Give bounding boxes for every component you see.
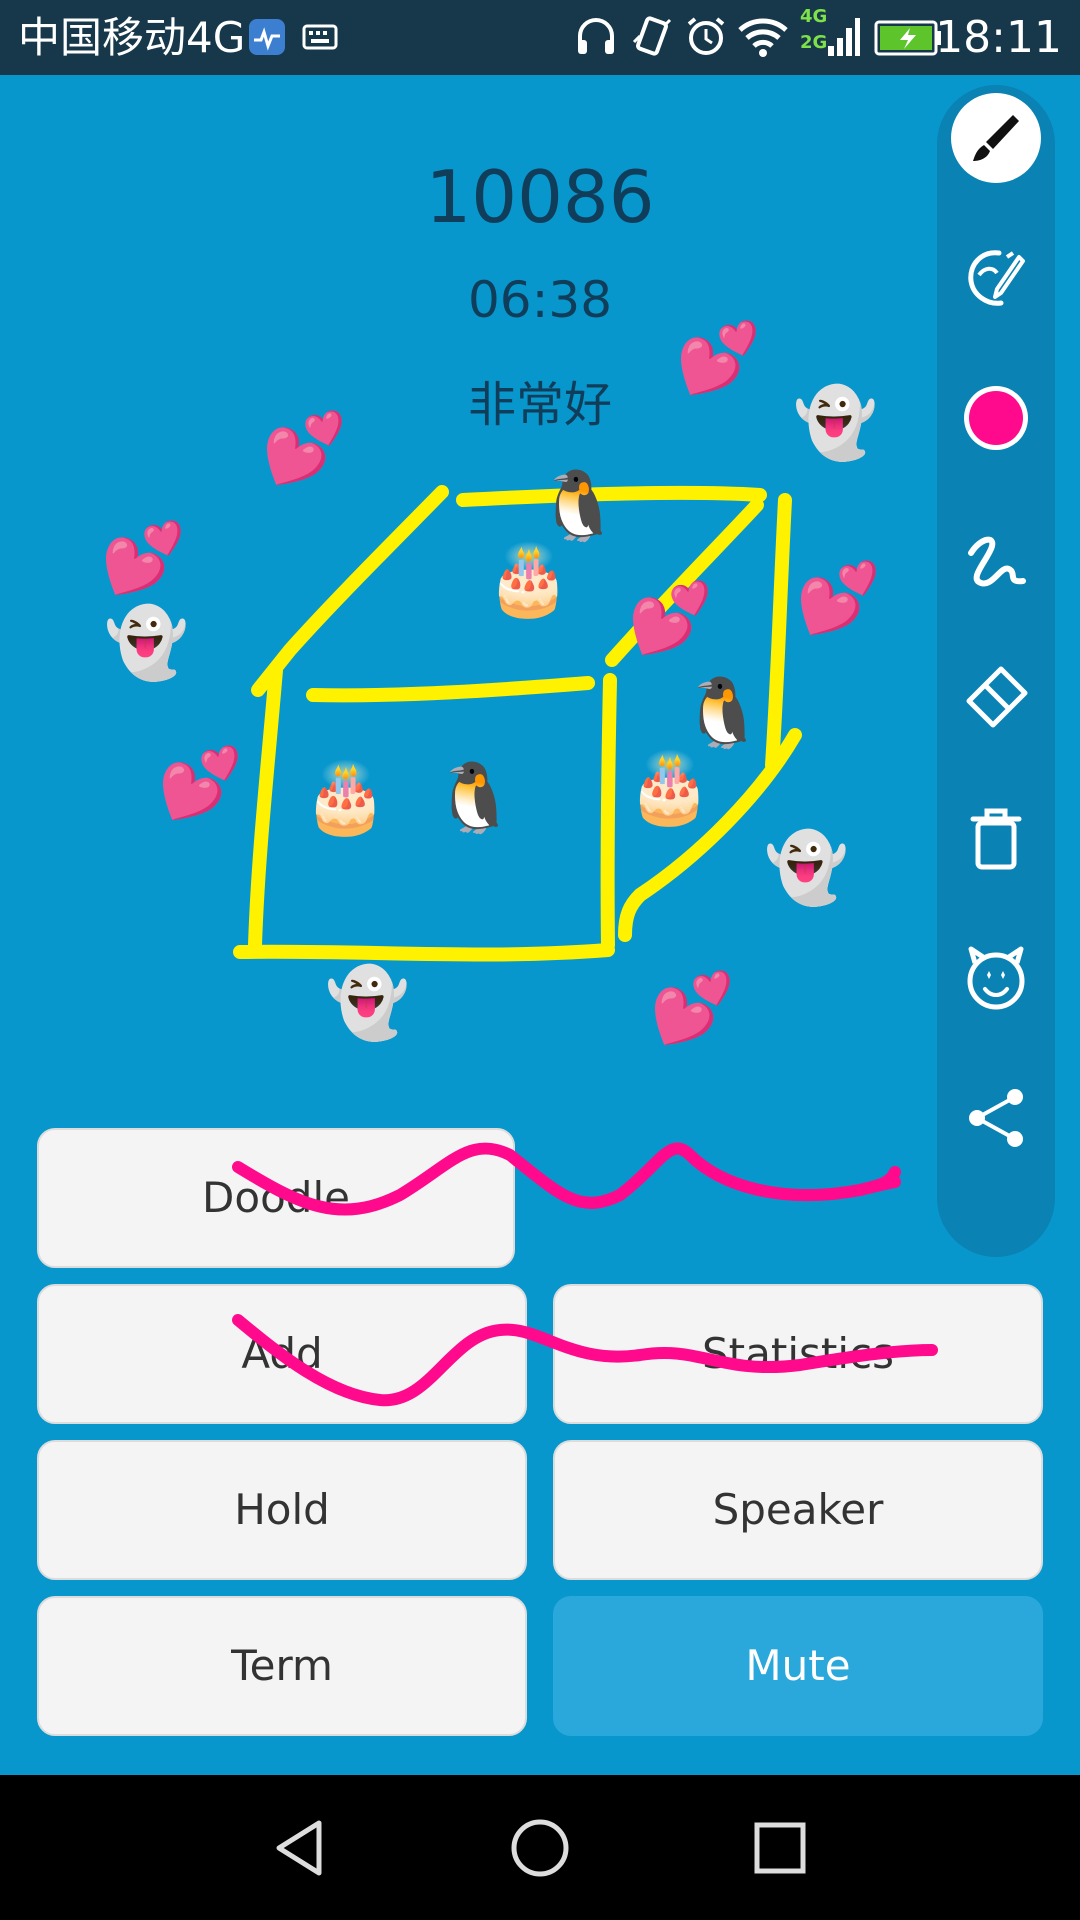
recents-button[interactable] xyxy=(745,1813,815,1883)
headphones-icon xyxy=(574,14,618,62)
back-icon xyxy=(276,1820,322,1876)
carrier-label: 中国移动4G xyxy=(18,13,246,62)
ghost-sticker[interactable]: 👻 xyxy=(764,835,849,903)
share-tool[interactable] xyxy=(951,1073,1041,1163)
cake-sticker[interactable]: 🎂 xyxy=(303,765,388,833)
network-type-4g: 4G xyxy=(800,6,828,27)
sticker-tool[interactable] xyxy=(951,933,1041,1023)
add-call-button[interactable]: Add xyxy=(37,1284,527,1424)
scribble-icon xyxy=(968,536,1026,587)
hearts-sticker[interactable]: 💕 xyxy=(628,585,713,653)
stroke-tool[interactable] xyxy=(951,513,1041,603)
hearts-sticker[interactable]: 💕 xyxy=(262,415,347,483)
hearts-sticker[interactable]: 💕 xyxy=(796,565,881,633)
penguin-sticker[interactable]: 🐧 xyxy=(432,765,517,833)
recents-icon xyxy=(754,1822,806,1874)
network-type-2g: 2G xyxy=(800,32,828,53)
eraser-icon xyxy=(966,666,1028,728)
style-icon xyxy=(968,250,1025,306)
sticker-icon xyxy=(967,946,1025,1010)
mute-button[interactable]: Mute xyxy=(553,1596,1043,1736)
hearts-sticker[interactable]: 💕 xyxy=(650,975,735,1043)
home-button[interactable] xyxy=(505,1813,575,1883)
home-icon xyxy=(511,1819,569,1877)
status-bar: 中国移动4G 4G 2G 18:11 xyxy=(0,0,1080,75)
hearts-sticker[interactable]: 💕 xyxy=(101,525,186,593)
ghost-sticker[interactable]: 👻 xyxy=(793,390,878,458)
brush-style-tool[interactable] xyxy=(951,233,1041,323)
back-button[interactable] xyxy=(265,1813,335,1883)
keyboard-icon xyxy=(302,22,338,70)
brush-icon xyxy=(951,93,1041,183)
ghost-sticker[interactable]: 👻 xyxy=(325,970,410,1038)
hold-button[interactable]: Hold xyxy=(37,1440,527,1580)
clear-tool[interactable] xyxy=(951,793,1041,883)
trash-icon xyxy=(970,808,1022,870)
hearts-sticker[interactable]: 💕 xyxy=(158,750,243,818)
health-icon xyxy=(248,18,286,66)
color-icon xyxy=(964,386,1028,450)
share-icon xyxy=(969,1089,1023,1147)
doodle-toolbar xyxy=(937,85,1055,1257)
cake-sticker[interactable]: 🎂 xyxy=(627,755,712,823)
doodle-button[interactable]: Doodle xyxy=(37,1128,515,1268)
penguin-sticker[interactable]: 🐧 xyxy=(680,680,765,748)
speaker-button[interactable]: Speaker xyxy=(553,1440,1043,1580)
penguin-sticker[interactable]: 🐧 xyxy=(536,473,621,541)
battery-icon xyxy=(874,20,942,68)
hearts-sticker[interactable]: 💕 xyxy=(676,325,761,393)
vibrate-icon xyxy=(630,12,674,60)
color-picker-tool[interactable] xyxy=(951,373,1041,463)
terminate-button[interactable]: Term xyxy=(37,1596,527,1736)
eraser-tool[interactable] xyxy=(951,653,1041,743)
cake-sticker[interactable]: 🎂 xyxy=(486,547,571,615)
clock: 18:11 xyxy=(935,12,1062,63)
statistics-button[interactable]: Statistics xyxy=(553,1284,1043,1424)
wifi-icon xyxy=(736,14,790,62)
brush-tool[interactable] xyxy=(951,93,1041,183)
navigation-bar xyxy=(0,1775,1080,1920)
ghost-sticker[interactable]: 👻 xyxy=(104,610,189,678)
alarm-icon xyxy=(684,14,728,62)
